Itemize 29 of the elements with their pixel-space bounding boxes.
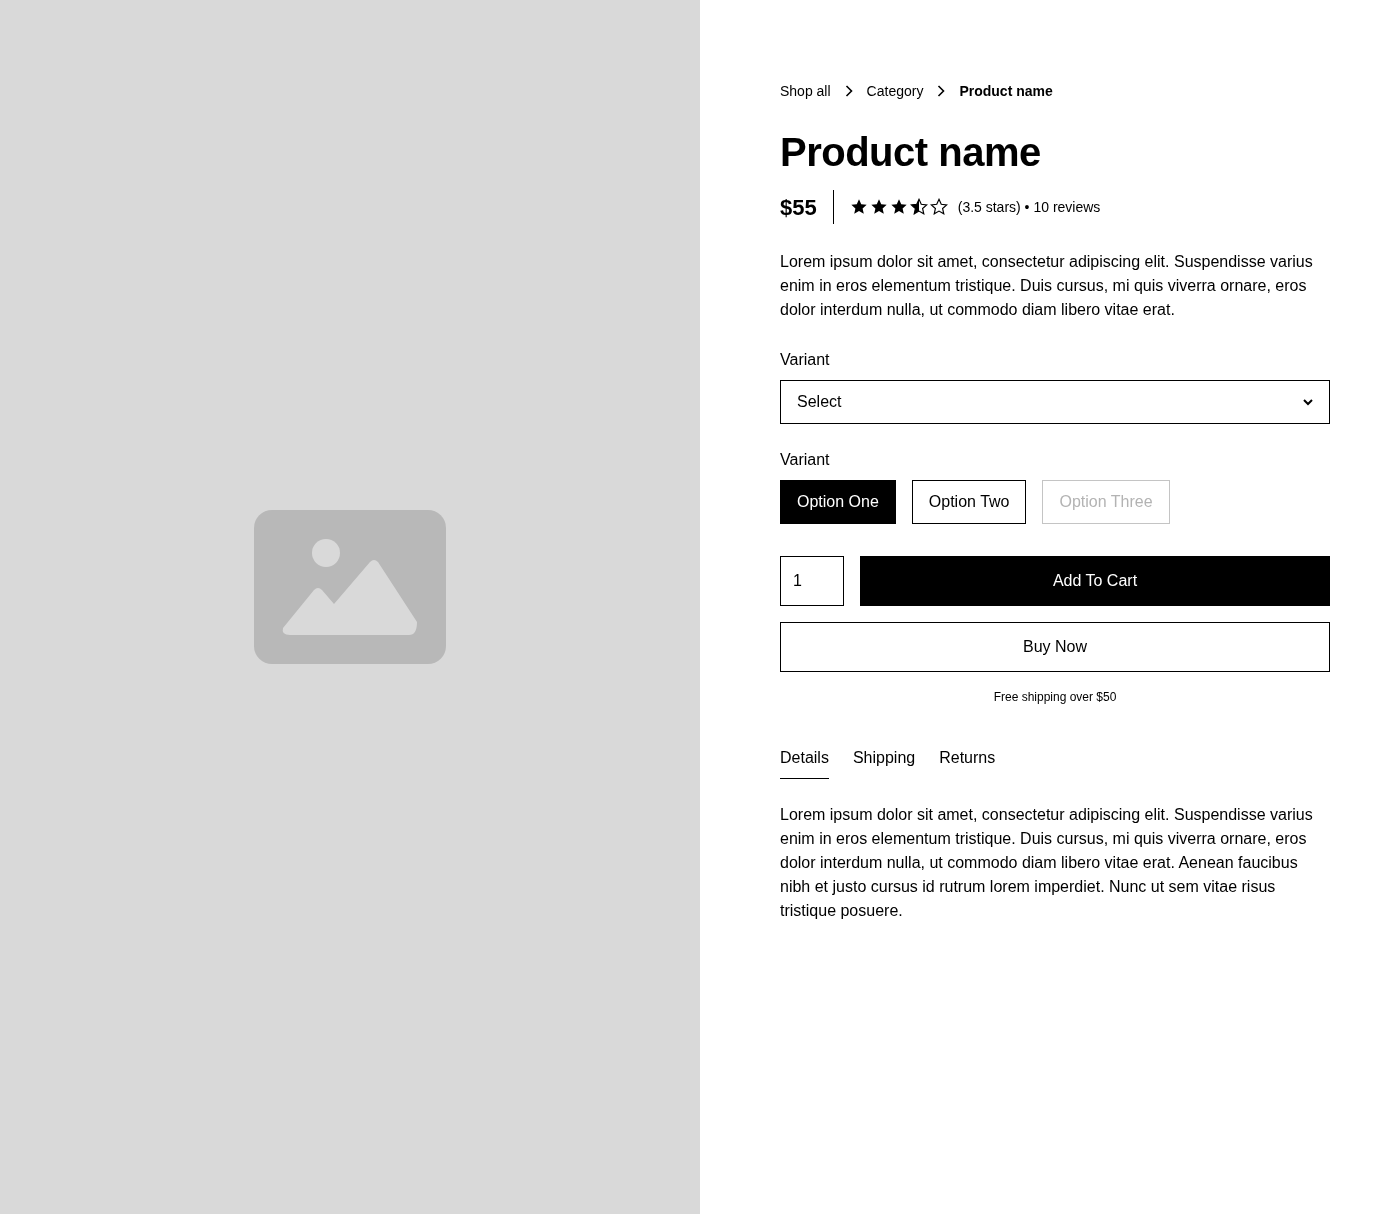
variant-select[interactable]: Select <box>780 380 1330 424</box>
tab[interactable]: Returns <box>939 746 996 779</box>
rating-text: (3.5 stars) • 10 reviews <box>957 197 1101 217</box>
shipping-note: Free shipping over $50 <box>992 689 1118 706</box>
chevron-right-icon <box>844 85 853 97</box>
variant-option[interactable]: Option Two <box>911 480 1027 524</box>
tab[interactable]: Shipping <box>852 746 916 779</box>
breadcrumb-link[interactable]: Product name <box>959 80 1053 102</box>
price: $55 <box>780 193 817 222</box>
star-icon <box>889 198 908 216</box>
tab[interactable]: Details <box>780 746 829 779</box>
product-description: Lorem ipsum dolor sit amet, consectetur adipiscing elit. Suspendisse varius enim in eros elementum tristique. Duis cursus, mi quis viverra ornare, eros dolor interdum nulla, ut commodo diam libero vitae erat. <box>780 252 1314 320</box>
half-star-icon <box>909 198 928 216</box>
field-label: Variant <box>780 450 831 470</box>
tab-content: Lorem ipsum dolor sit amet, consectetur adipiscing elit. Suspendisse varius enim in eros elementum tristique. Duis cursus, mi quis viverra ornare, eros dolor interdum nulla, ut commodo diam libero vitae erat. Aenean faucibus nibh et justo cursus id rutrum lorem imperdiet. Nunc ut sem vitae risus tristique posuere. <box>780 805 1314 921</box>
chevron-right-icon <box>937 85 946 97</box>
empty-star-icon <box>929 198 948 216</box>
add-to-cart-button[interactable]: Add To Cart <box>860 556 1330 606</box>
breadcrumb-link[interactable]: Category <box>866 80 924 102</box>
image-placeholder-icon <box>254 510 446 664</box>
breadcrumb-link[interactable]: Shop all <box>780 80 831 102</box>
variant-option[interactable]: Option One <box>780 480 896 524</box>
quantity-field[interactable]: 1 <box>780 556 844 606</box>
chevron-down-icon <box>1303 398 1313 406</box>
product-title: Product name <box>780 129 1042 176</box>
star-icon <box>849 198 868 216</box>
buy-now-button[interactable]: Buy Now <box>780 622 1330 672</box>
star-icon <box>869 198 888 216</box>
field-label: Variant <box>780 350 831 370</box>
